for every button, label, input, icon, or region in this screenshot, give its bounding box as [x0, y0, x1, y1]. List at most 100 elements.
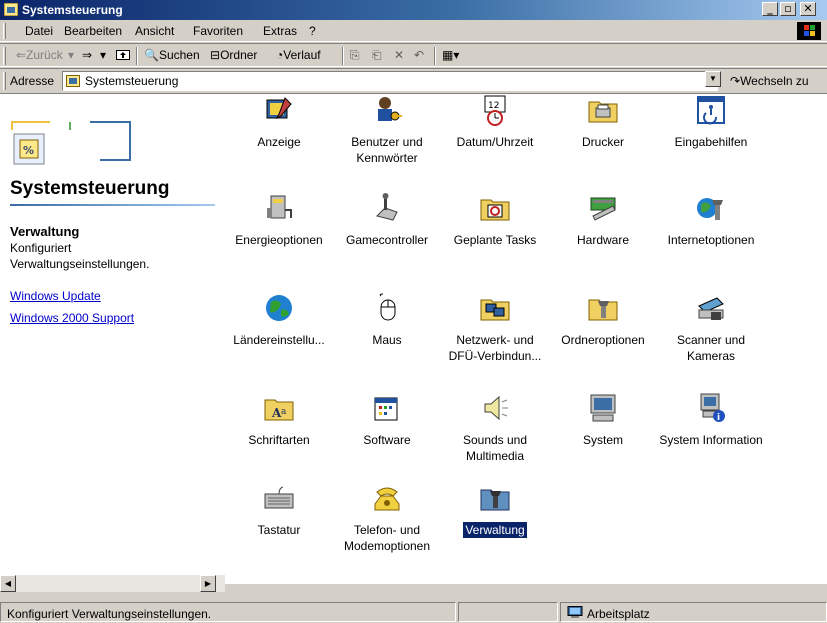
item-label: Telefon- und Modemoptionen	[343, 523, 431, 553]
menu-bearbeiten[interactable]: Bearbeiten	[64, 24, 122, 38]
item-label: Tastatur	[257, 523, 301, 537]
move-to-icon[interactable]: ⎘	[350, 48, 360, 63]
control-panel-item[interactable]: Tastatur	[225, 482, 333, 538]
internet-options-icon	[695, 192, 727, 224]
forward-button[interactable]: ⇒	[82, 48, 92, 62]
scanner-camera-icon	[695, 292, 727, 324]
address-bar: Adresse Systemsteuerung ▼ ↷Wechseln zu	[0, 68, 827, 92]
go-button[interactable]: ↷Wechseln zu	[730, 74, 809, 88]
search-button[interactable]: 🔍Suchen	[144, 48, 200, 62]
menu-extras[interactable]: Extras	[263, 24, 297, 38]
item-label: Datum/Uhrzeit	[456, 135, 534, 149]
scroll-left-icon[interactable]: ◀	[0, 575, 16, 592]
address-input[interactable]: Systemsteuerung	[62, 71, 718, 91]
scheduled-tasks-icon	[479, 192, 511, 224]
status-bar: Konfiguriert Verwaltungseinstellungen. A…	[0, 600, 827, 623]
control-panel-item[interactable]: Anzeige	[225, 94, 333, 150]
control-panel-item[interactable]: Aa Schriftarten	[225, 392, 333, 448]
control-panel-item[interactable]: Energieoptionen	[225, 192, 333, 248]
close-button[interactable]: ✕	[800, 2, 816, 16]
address-dropdown-icon[interactable]: ▼	[705, 71, 721, 87]
search-label: Suchen	[158, 48, 200, 62]
address-value: Systemsteuerung	[85, 74, 179, 88]
control-panel-item[interactable]: Netzwerk- und DFÜ-Verbindun...	[441, 292, 549, 364]
control-panel-item[interactable]: Hardware	[549, 192, 657, 248]
control-panel-item[interactable]: i System Information	[657, 392, 765, 448]
control-panel-item[interactable]: Drucker	[549, 94, 657, 150]
speaker-icon	[479, 392, 511, 424]
control-panel-item[interactable]: Benutzer und Kennwörter	[333, 94, 441, 166]
status-text: Konfiguriert Verwaltungseinstellungen.	[7, 607, 212, 621]
maximize-button[interactable]: ▫	[780, 2, 796, 16]
folders-button[interactable]: ⊟Ordner	[210, 48, 257, 62]
item-label: Drucker	[581, 135, 624, 149]
copy-to-icon[interactable]: ⎗	[372, 48, 382, 63]
menu-grip[interactable]	[3, 23, 6, 39]
date-time-icon: 12	[479, 94, 511, 126]
search-icon: 🔍	[144, 48, 159, 62]
control-panel-item[interactable]: Eingabehilfen	[657, 94, 765, 150]
users-passwords-icon	[371, 94, 403, 126]
windows-logo-icon	[797, 22, 821, 40]
control-panel-item[interactable]: Geplante Tasks	[441, 192, 549, 248]
control-panel-item[interactable]: Telefon- und Modemoptionen	[333, 482, 441, 554]
hardware-icon	[587, 192, 619, 224]
menu-ansicht[interactable]: Ansicht	[135, 24, 174, 38]
toolbar-separator	[342, 47, 344, 65]
horizontal-scrollbar[interactable]: ◀ ▶	[0, 575, 225, 592]
item-label: Internetoptionen	[667, 233, 755, 247]
back-dropdown-icon[interactable]: ▾	[68, 48, 74, 62]
item-label: Gamecontroller	[345, 233, 429, 247]
views-icon[interactable]: ▦▾	[442, 48, 459, 62]
back-button[interactable]: ⇐Zurück	[16, 48, 63, 62]
item-label: Sounds und Multimedia	[462, 433, 528, 463]
control-panel-item[interactable]: Internetoptionen	[657, 192, 765, 248]
forward-dropdown-icon[interactable]: ▾	[100, 48, 106, 62]
menu-favoriten[interactable]: Favoriten	[193, 24, 243, 38]
undo-icon[interactable]: ↶	[414, 48, 424, 62]
control-panel-item[interactable]: System	[549, 392, 657, 448]
control-panel-item[interactable]: Scanner und Kameras	[657, 292, 765, 364]
control-panel-icon	[4, 3, 18, 16]
software-icon	[371, 392, 403, 424]
control-panel-item[interactable]: 12 Datum/Uhrzeit	[441, 94, 549, 150]
svg-text:a: a	[281, 407, 287, 417]
selected-item-title: Verwaltung	[10, 224, 80, 239]
display-icon	[263, 94, 295, 126]
control-panel-item[interactable]: Ländereinstellu...	[225, 292, 333, 348]
item-label: Geplante Tasks	[453, 233, 537, 247]
menu-datei[interactable]: Datei	[25, 24, 53, 38]
address-label: Adresse	[10, 74, 55, 88]
folders-icon: ⊟	[210, 48, 221, 62]
minimize-button[interactable]: _	[762, 2, 778, 16]
history-label: Verlauf	[283, 48, 321, 62]
folders-label: Ordner	[220, 48, 258, 62]
description-line-1: Konfiguriert	[10, 241, 72, 255]
control-panel-item[interactable]: Gamecontroller	[333, 192, 441, 248]
address-grip[interactable]	[3, 72, 6, 90]
fonts-icon: Aa	[263, 392, 295, 424]
control-panel-item[interactable]: Verwaltung	[441, 482, 549, 538]
item-label: Schriftarten	[248, 433, 310, 447]
delete-icon[interactable]: ✕	[394, 48, 404, 62]
svg-text:i: i	[717, 413, 720, 423]
control-panel-item[interactable]: Ordneroptionen	[549, 292, 657, 348]
menu-help[interactable]: ?	[309, 24, 316, 38]
control-panel-item[interactable]: Maus	[333, 292, 441, 348]
item-label: Ordneroptionen	[561, 333, 645, 347]
history-button[interactable]: ◔Verlauf	[276, 48, 321, 62]
status-panel-middle	[458, 602, 558, 622]
description-line-2: Verwaltungseinstellungen.	[10, 257, 150, 271]
control-panel-item[interactable]: Software	[333, 392, 441, 448]
windows-2000-support-link[interactable]: Windows 2000 Support	[10, 311, 134, 325]
control-panel-items: Anzeige Benutzer und Kennwörter 12 Datum/Uh…	[225, 94, 827, 585]
toolbar-grip[interactable]	[3, 47, 6, 65]
windows-update-link[interactable]: Windows Update	[10, 289, 101, 303]
up-folder-icon[interactable]	[116, 48, 130, 63]
menu-bar: Datei Bearbeiten Ansicht Favoriten Extra…	[0, 20, 827, 42]
administrative-tools-icon	[479, 482, 511, 514]
item-label: System Information	[659, 433, 763, 447]
control-panel-item[interactable]: Sounds und Multimedia	[441, 392, 549, 464]
scroll-right-icon[interactable]: ▶	[200, 575, 216, 592]
system-information-icon: i	[695, 392, 727, 424]
